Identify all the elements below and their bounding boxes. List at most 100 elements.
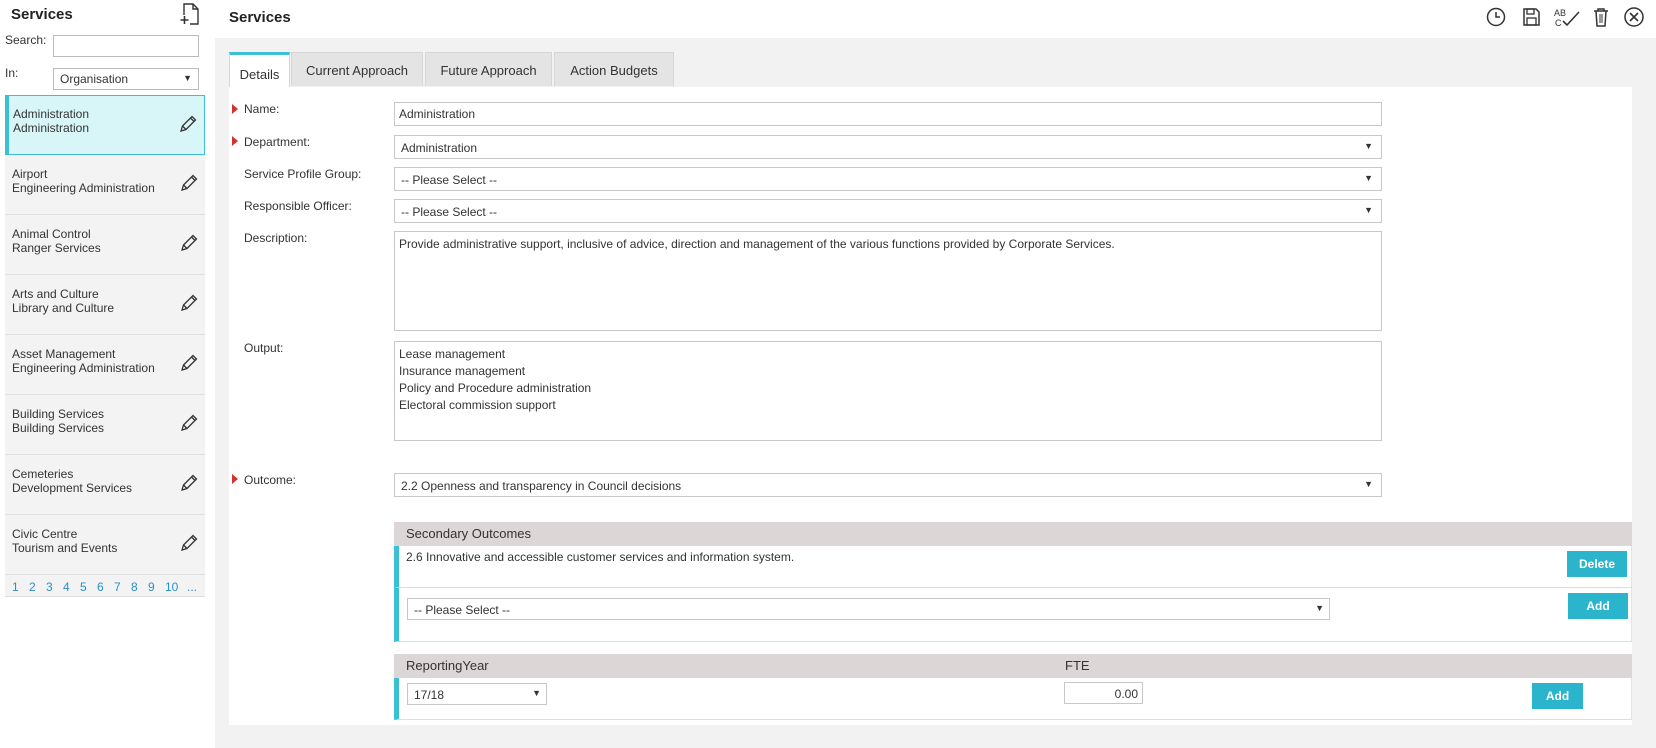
caret-down-icon: ▼ (532, 688, 541, 698)
page-link[interactable]: 1 (12, 580, 19, 594)
output-line: Insurance management (399, 364, 526, 378)
name-field[interactable]: Administration (394, 102, 1382, 126)
list-item-subtitle: Ranger Services (12, 241, 101, 255)
page-link-more[interactable]: ... (187, 580, 197, 594)
pencil-icon[interactable] (179, 233, 199, 253)
page-link[interactable]: 7 (114, 580, 121, 594)
fte-header: ReportingYear FTE (394, 654, 1632, 678)
profile-group-value: -- Please Select -- (401, 173, 498, 187)
department-select[interactable]: Administration ▼ (394, 135, 1382, 159)
secondary-outcome-select-value: -- Please Select -- (414, 603, 511, 617)
caret-down-icon: ▼ (183, 73, 192, 83)
description-label: Description: (244, 231, 308, 245)
list-item-title: Cemeteries (12, 467, 74, 481)
spellcheck-icon[interactable]: AB C (1553, 6, 1581, 28)
search-input[interactable] (53, 35, 199, 57)
list-item-title: Airport (12, 167, 48, 181)
output-line: Electoral commission support (399, 398, 556, 412)
output-line: Policy and Procedure administration (399, 381, 592, 395)
list-item-title: Civic Centre (12, 527, 78, 541)
outcome-select[interactable]: 2.2 Openness and transparency in Council… (394, 473, 1382, 497)
pencil-icon[interactable] (179, 353, 199, 373)
list-item-title: Administration (13, 107, 90, 121)
caret-down-icon: ▼ (1364, 479, 1373, 489)
services-sidebar: Services Search: In: Organisation ▼ Admi… (0, 0, 206, 748)
profile-group-select[interactable]: -- Please Select -- ▼ (394, 167, 1382, 191)
add-fte-button[interactable]: Add (1532, 683, 1583, 709)
list-item[interactable]: Animal Control Ranger Services (5, 215, 205, 275)
list-item-subtitle: Engineering Administration (12, 361, 155, 375)
officer-label: Responsible Officer: (244, 199, 352, 213)
page-link[interactable]: 9 (148, 580, 155, 594)
description-textarea[interactable]: Provide administrative support, inclusiv… (394, 231, 1382, 331)
pencil-icon[interactable] (179, 413, 199, 433)
reporting-year-select[interactable]: 17/18 ▼ (407, 683, 547, 705)
tab-action-budgets[interactable]: Action Budgets (554, 52, 674, 86)
list-item[interactable]: Building Services Building Services (5, 395, 205, 455)
list-item-subtitle: Building Services (12, 421, 105, 435)
page-link[interactable]: 5 (80, 580, 87, 594)
svg-text:C: C (1555, 18, 1562, 28)
reporting-year-value: 17/18 (414, 688, 445, 702)
output-line: Lease management (399, 347, 506, 361)
pencil-icon[interactable] (179, 533, 199, 553)
department-label: Department: (244, 135, 311, 149)
pencil-icon[interactable] (178, 114, 198, 134)
caret-down-icon: ▼ (1315, 603, 1324, 613)
history-icon[interactable] (1485, 6, 1507, 28)
caret-down-icon: ▼ (1364, 141, 1373, 151)
description-text: Provide administrative support, inclusiv… (399, 237, 1115, 251)
list-item-subtitle: Administration (13, 121, 90, 135)
caret-down-icon: ▼ (1364, 205, 1373, 215)
required-marker-icon (232, 136, 238, 146)
caret-down-icon: ▼ (1364, 173, 1373, 183)
in-label: In: (5, 66, 19, 80)
pagination: 1 2 3 4 5 6 7 8 9 10 ... (5, 575, 205, 597)
in-select[interactable]: Organisation ▼ (53, 68, 199, 90)
sidebar-title: Services (11, 6, 73, 23)
save-icon[interactable] (1520, 6, 1542, 28)
close-icon[interactable] (1623, 6, 1645, 28)
page-link[interactable]: 4 (63, 580, 70, 594)
output-textarea[interactable]: Lease management Insurance management Po… (394, 341, 1382, 441)
list-item-title: Animal Control (12, 227, 91, 241)
page-link[interactable]: 3 (46, 580, 53, 594)
fte-input[interactable]: 0.00 (1064, 682, 1143, 704)
page-link[interactable]: 8 (131, 580, 138, 594)
officer-select[interactable]: -- Please Select -- ▼ (394, 199, 1382, 223)
add-document-icon[interactable] (179, 2, 201, 26)
name-label: Name: (244, 102, 280, 116)
tab-current-approach[interactable]: Current Approach (291, 52, 423, 86)
page-link[interactable]: 10 (165, 580, 178, 594)
page-title: Services (229, 9, 291, 26)
tab-future-approach[interactable]: Future Approach (425, 52, 552, 86)
delete-button[interactable]: Delete (1567, 551, 1627, 577)
list-item-title: Arts and Culture (12, 287, 99, 301)
pencil-icon[interactable] (179, 473, 199, 493)
list-item-title: Asset Management (12, 347, 116, 361)
list-item[interactable]: Civic Centre Tourism and Events (5, 515, 205, 575)
list-item[interactable]: Asset Management Engineering Administrat… (5, 335, 205, 395)
pencil-icon[interactable] (179, 173, 199, 193)
secondary-outcome-row: 2.6 Innovative and accessible customer s… (394, 546, 1632, 588)
list-item[interactable]: Cemeteries Development Services (5, 455, 205, 515)
in-select-value: Organisation (60, 72, 129, 86)
list-item-subtitle: Development Services (12, 481, 133, 495)
list-item-subtitle: Library and Culture (12, 301, 115, 315)
add-secondary-outcome-button[interactable]: Add (1568, 593, 1628, 619)
department-value: Administration (401, 141, 478, 155)
delete-icon[interactable] (1590, 6, 1612, 28)
reporting-year-header: ReportingYear (406, 658, 489, 673)
pencil-icon[interactable] (179, 293, 199, 313)
officer-value: -- Please Select -- (401, 205, 498, 219)
list-item[interactable]: Arts and Culture Library and Culture (5, 275, 205, 335)
tab-details[interactable]: Details (229, 52, 290, 88)
secondary-outcome-select[interactable]: -- Please Select -- ▼ (407, 598, 1330, 620)
page-link[interactable]: 6 (97, 580, 104, 594)
list-item-title: Building Services (12, 407, 105, 421)
page-link[interactable]: 2 (29, 580, 36, 594)
list-item[interactable]: Airport Engineering Administration (5, 155, 205, 215)
svg-text:AB: AB (1554, 8, 1566, 18)
list-item[interactable]: Administration Administration (5, 95, 205, 155)
search-label: Search: (5, 33, 47, 47)
